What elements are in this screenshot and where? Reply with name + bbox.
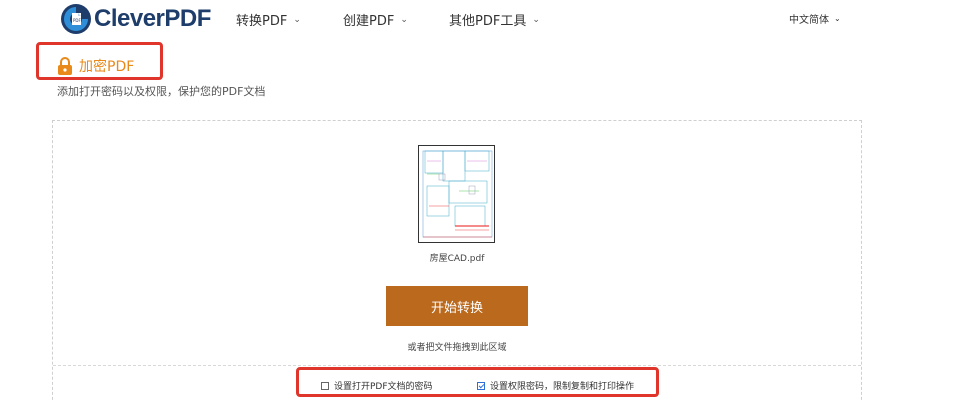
- page-subtitle: 添加打开密码以及权限，保护您的PDF文档: [57, 85, 266, 98]
- nav-create-pdf[interactable]: 创建PDF ⌄: [343, 10, 408, 29]
- chevron-down-icon: ⌄: [400, 14, 408, 25]
- language-selector[interactable]: 中文简体 ⌄: [789, 11, 841, 26]
- nav-label: 其他PDF工具: [449, 14, 527, 29]
- nav-label: 转换PDF: [236, 14, 288, 29]
- logo[interactable]: PDF CleverPDF: [60, 2, 211, 36]
- pdf-thumbnail: [418, 145, 495, 243]
- annotation-box-options: [296, 367, 659, 397]
- svg-text:PDF: PDF: [73, 18, 81, 23]
- header: PDF CleverPDF 转换PDF ⌄ 创建PDF ⌄ 其他PDF工具 ⌄ …: [0, 0, 966, 38]
- chevron-down-icon: ⌄: [834, 14, 841, 23]
- nav-convert-pdf[interactable]: 转换PDF ⌄: [236, 10, 301, 29]
- cleverpdf-logo-icon: PDF: [60, 3, 92, 35]
- file-name: 房屋CAD.pdf: [429, 254, 485, 264]
- language-label: 中文简体: [789, 15, 829, 26]
- chevron-down-icon: ⌄: [532, 14, 540, 25]
- logo-text: CleverPDF: [94, 5, 211, 32]
- drop-hint: 或者把文件拖拽到此区域: [407, 343, 507, 353]
- nav-label: 创建PDF: [343, 14, 395, 29]
- chevron-down-icon: ⌄: [293, 14, 301, 25]
- annotation-box-title: [36, 42, 163, 80]
- nav-other-tools[interactable]: 其他PDF工具 ⌄: [449, 10, 540, 29]
- options-divider: [53, 365, 861, 366]
- start-convert-button[interactable]: 开始转换: [386, 286, 528, 326]
